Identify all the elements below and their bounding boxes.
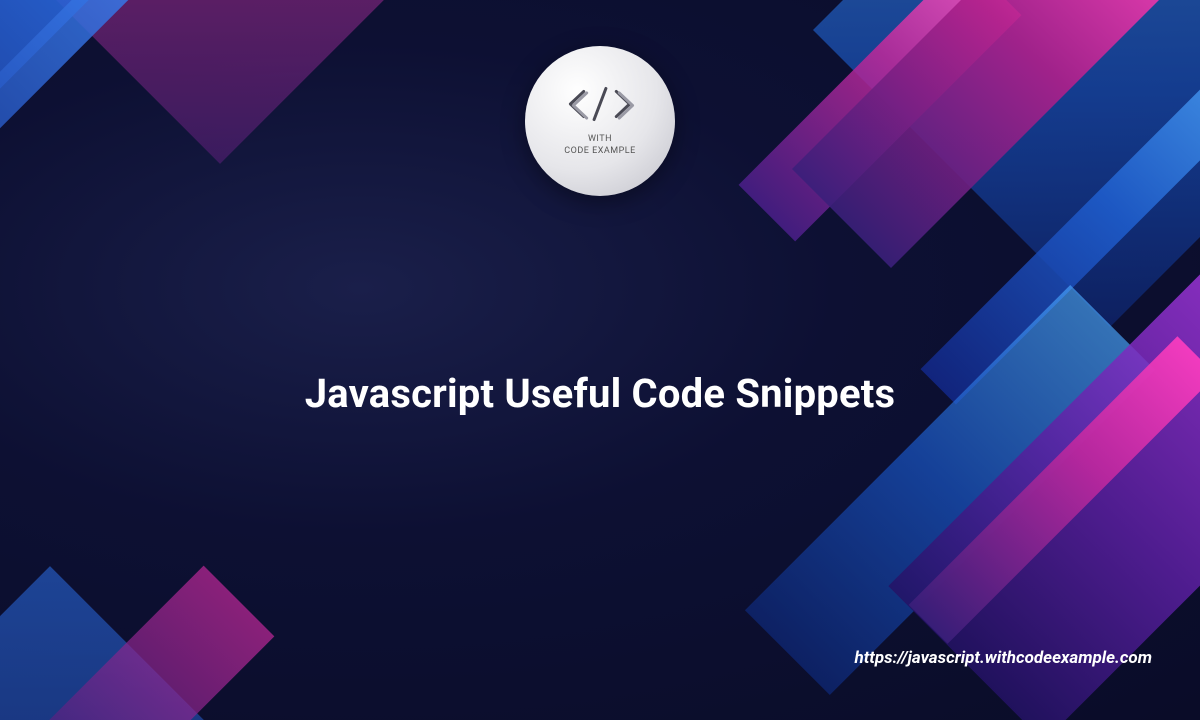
logo-badge: WITH CODE EXAMPLE <box>525 46 675 196</box>
logo-text-line1: WITH <box>588 134 612 144</box>
logo-text: WITH CODE EXAMPLE <box>564 134 635 157</box>
page-title: Javascript Useful Code Snippets <box>0 370 1200 417</box>
code-slash-icon <box>563 84 637 128</box>
source-url: https://javascript.withcodeexample.com <box>854 648 1152 668</box>
logo-text-line2: CODE EXAMPLE <box>564 146 635 156</box>
